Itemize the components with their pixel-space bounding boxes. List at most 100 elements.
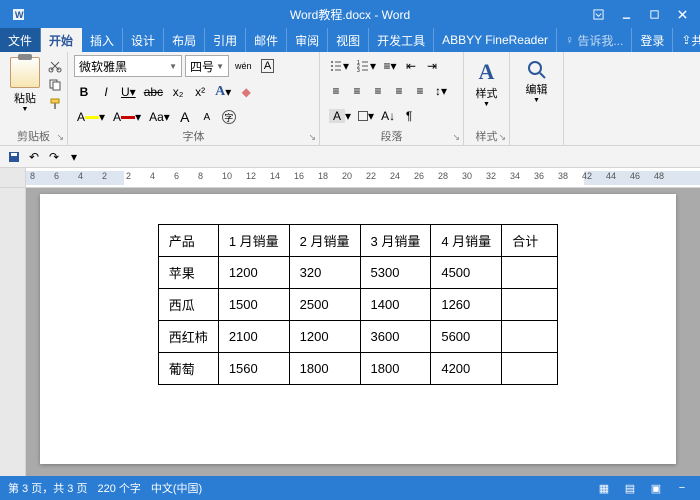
tell-me[interactable]: ♀ 告诉我... [557, 28, 632, 52]
table-row[interactable]: 西瓜1500250014001260 [158, 289, 557, 321]
underline-button[interactable]: U▾ [118, 81, 139, 103]
table-header-cell[interactable]: 3 月销量 [360, 225, 431, 257]
table-cell[interactable]: 1800 [289, 353, 360, 385]
view-print-button[interactable]: ▤ [620, 479, 640, 497]
page[interactable]: 产品1 月销量2 月销量3 月销量4 月销量合计苹果12003205300450… [40, 194, 676, 464]
tab-insert[interactable]: 插入 [82, 28, 123, 52]
table-header-row[interactable]: 产品1 月销量2 月销量3 月销量4 月销量合计 [158, 225, 557, 257]
view-read-button[interactable]: ▦ [594, 479, 614, 497]
table-header-cell[interactable]: 4 月销量 [431, 225, 502, 257]
table-cell[interactable]: 葡萄 [158, 353, 218, 385]
highlight-button[interactable]: A▾ [74, 106, 108, 128]
cut-button[interactable] [47, 58, 63, 74]
subscript-button[interactable]: x₂ [168, 81, 188, 103]
distributed-button[interactable]: ≡ [410, 80, 430, 102]
editing-button[interactable]: 编辑 ▼ [518, 55, 556, 109]
font-name-combo[interactable]: 微软雅黑▼ [74, 55, 182, 77]
table-row[interactable]: 葡萄1560180018004200 [158, 353, 557, 385]
zoom-out-button[interactable]: − [672, 479, 692, 497]
table-cell[interactable]: 4200 [431, 353, 502, 385]
table-cell[interactable]: 西瓜 [158, 289, 218, 321]
align-right-button[interactable]: ≡ [368, 80, 388, 102]
tab-home[interactable]: 开始 [41, 28, 82, 52]
qat-customize-button[interactable]: ▾ [66, 149, 82, 165]
char-border-button[interactable]: A [258, 55, 278, 77]
tab-file[interactable]: 文件 [0, 28, 41, 52]
tab-layout[interactable]: 布局 [164, 28, 205, 52]
table-cell[interactable]: 苹果 [158, 257, 218, 289]
close-icon[interactable] [668, 3, 696, 25]
tab-developer[interactable]: 开发工具 [369, 28, 434, 52]
table-cell[interactable]: 1500 [218, 289, 289, 321]
tab-review[interactable]: 审阅 [287, 28, 328, 52]
text-effects-button[interactable]: A▾ [212, 81, 234, 103]
table-cell[interactable] [502, 353, 558, 385]
status-language[interactable]: 中文(中国) [151, 480, 202, 496]
table-cell[interactable]: 1800 [360, 353, 431, 385]
qat-redo-button[interactable]: ↷ [46, 149, 62, 165]
tab-abbyy[interactable]: ABBYY FineReader [434, 28, 557, 52]
table-cell[interactable]: 1200 [218, 257, 289, 289]
phonetic-guide-button[interactable]: wén [232, 55, 255, 77]
bold-button[interactable]: B [74, 81, 94, 103]
sales-table[interactable]: 产品1 月销量2 月销量3 月销量4 月销量合计苹果12003205300450… [158, 224, 558, 385]
table-row[interactable]: 西红柿2100120036005600 [158, 321, 557, 353]
para-launcher[interactable]: ↘ [452, 132, 460, 143]
maximize-icon[interactable] [640, 3, 668, 25]
font-color-button[interactable]: A▾ [110, 106, 144, 128]
table-header-cell[interactable]: 产品 [158, 225, 218, 257]
view-web-button[interactable]: ▣ [646, 479, 666, 497]
table-cell[interactable]: 1200 [289, 321, 360, 353]
paste-button[interactable]: 粘贴 ▼ [6, 55, 44, 113]
show-marks-button[interactable]: ¶ [399, 105, 419, 127]
share-button[interactable]: ⇪共享 [673, 28, 700, 52]
table-cell[interactable]: 5300 [360, 257, 431, 289]
ribbon-options-icon[interactable] [584, 3, 612, 25]
justify-button[interactable]: ≡ [389, 80, 409, 102]
font-launcher[interactable]: ↘ [308, 132, 316, 143]
enclose-char-button[interactable]: 字 [219, 106, 239, 128]
align-left-button[interactable]: ≡ [326, 80, 346, 102]
table-cell[interactable] [502, 289, 558, 321]
table-row[interactable]: 苹果120032053004500 [158, 257, 557, 289]
status-page[interactable]: 第 3 页，共 3 页 [8, 480, 87, 496]
borders-button[interactable]: ▾ [355, 105, 377, 127]
shading-button[interactable]: A▾ [326, 105, 354, 127]
table-cell[interactable]: 320 [289, 257, 360, 289]
table-cell[interactable]: 1400 [360, 289, 431, 321]
login-button[interactable]: 登录 [632, 28, 673, 52]
vertical-ruler[interactable] [0, 188, 26, 476]
tab-references[interactable]: 引用 [205, 28, 246, 52]
table-cell[interactable]: 1260 [431, 289, 502, 321]
change-case-button[interactable]: Aa▾ [146, 106, 173, 128]
sort-button[interactable]: A↓ [378, 105, 398, 127]
table-cell[interactable]: 5600 [431, 321, 502, 353]
decrease-indent-button[interactable]: ⇤ [401, 55, 421, 77]
table-cell[interactable]: 3600 [360, 321, 431, 353]
clear-format-button[interactable]: ◆ [236, 81, 256, 103]
word-app-icon[interactable]: W [4, 3, 32, 25]
format-painter-button[interactable] [47, 96, 63, 112]
tab-view[interactable]: 视图 [328, 28, 369, 52]
line-spacing-button[interactable]: ↕▾ [431, 80, 451, 102]
shrink-font-button[interactable]: A [197, 106, 217, 128]
table-header-cell[interactable]: 2 月销量 [289, 225, 360, 257]
table-cell[interactable]: 2100 [218, 321, 289, 353]
minimize-icon[interactable] [612, 3, 640, 25]
strike-button[interactable]: abc [141, 81, 166, 103]
table-header-cell[interactable]: 合计 [502, 225, 558, 257]
align-center-button[interactable]: ≡ [347, 80, 367, 102]
table-cell[interactable]: 1560 [218, 353, 289, 385]
clipboard-launcher[interactable]: ↘ [56, 132, 64, 143]
styles-launcher[interactable]: ↘ [498, 132, 506, 143]
table-header-cell[interactable]: 1 月销量 [218, 225, 289, 257]
numbering-button[interactable]: 123▾ [353, 55, 379, 77]
superscript-button[interactable]: x² [190, 81, 210, 103]
table-cell[interactable]: 西红柿 [158, 321, 218, 353]
increase-indent-button[interactable]: ⇥ [422, 55, 442, 77]
qat-save-button[interactable] [6, 149, 22, 165]
table-cell[interactable]: 2500 [289, 289, 360, 321]
qat-undo-button[interactable]: ↶ [26, 149, 42, 165]
multilevel-button[interactable]: ≡▾ [380, 55, 400, 77]
grow-font-button[interactable]: A [175, 106, 195, 128]
